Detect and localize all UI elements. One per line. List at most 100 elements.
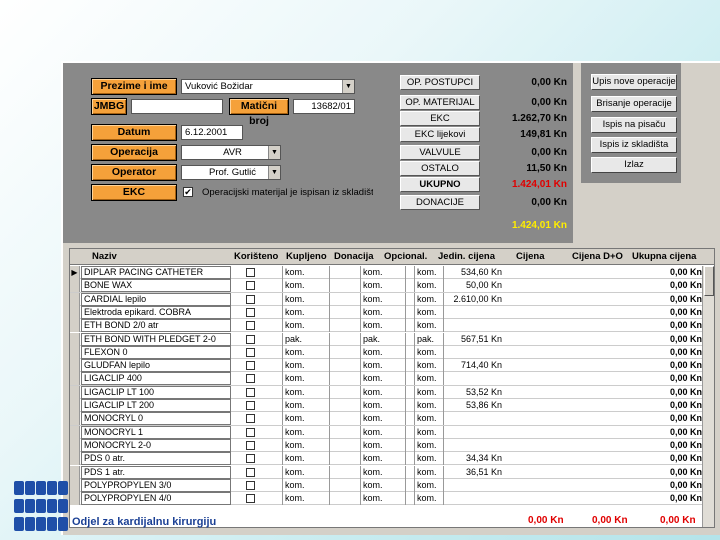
item-name-dropdown[interactable]: POLYPROPYLEN 3/0▼ xyxy=(81,478,231,492)
optional-unit[interactable]: kom. xyxy=(414,266,444,279)
donation-unit[interactable]: kom. xyxy=(360,492,406,506)
row-selector[interactable] xyxy=(70,412,80,426)
row-selector[interactable] xyxy=(70,345,80,359)
table-row[interactable]: ETH BOND 2/0 atr▼ kom. kom. kom. 0,00 Kn xyxy=(70,319,714,333)
chevron-down-icon[interactable]: ▼ xyxy=(268,166,280,179)
donation-unit[interactable]: kom. xyxy=(360,345,406,359)
table-row[interactable]: CARDIAL lepilo▼ kom. kom. kom. 2.610,00 Kn 0,… xyxy=(70,292,714,306)
optional-unit[interactable]: kom. xyxy=(414,372,444,386)
new-operation-button[interactable]: Upis nove operacije xyxy=(591,74,677,90)
vertical-scrollbar[interactable] xyxy=(702,266,714,527)
purchased-unit[interactable]: kom. xyxy=(282,492,330,506)
optional-unit[interactable]: kom. xyxy=(414,412,444,426)
purchased-unit[interactable]: kom. xyxy=(282,292,330,306)
purchased-unit[interactable]: kom. xyxy=(282,266,330,279)
purchased-unit[interactable]: kom. xyxy=(282,372,330,386)
prezime-dropdown[interactable]: Vuković Božidar ▼ xyxy=(181,79,355,94)
optional-unit[interactable]: kom. xyxy=(414,292,444,306)
purchased-unit[interactable]: kom. xyxy=(282,412,330,426)
datum-input[interactable]: 6.12.2001 xyxy=(181,125,243,140)
row-selector[interactable] xyxy=(70,385,80,399)
scrollbar-thumb[interactable] xyxy=(704,266,714,296)
purchased-unit[interactable]: pak. xyxy=(282,332,330,346)
table-row[interactable]: ETH BOND WITH PLEDGET 2-0▼ pak. pak. pak. 56… xyxy=(70,332,714,346)
optional-unit[interactable]: kom. xyxy=(414,478,444,492)
item-name-dropdown[interactable]: POLYPROPYLEN 4/0▼ xyxy=(81,492,231,506)
purchased-unit[interactable]: kom. xyxy=(282,359,330,373)
column-opcional[interactable]: Opcional. xyxy=(384,249,434,265)
purchased-unit[interactable]: kom. xyxy=(282,425,330,439)
donation-unit[interactable]: kom. xyxy=(360,452,406,466)
used-checkbox[interactable] xyxy=(246,347,255,357)
table-row[interactable]: Elektroda epikard. COBRA▼ kom. kom. kom. 0,0… xyxy=(70,305,714,320)
row-selector[interactable] xyxy=(70,438,80,452)
optional-unit[interactable]: kom. xyxy=(414,492,444,506)
cost-button-ekc-lijekovi[interactable]: EKC lijekovi xyxy=(400,127,480,142)
table-row[interactable]: MONOCRYL 1▼ kom. kom. kom. 0,00 Kn xyxy=(70,425,714,439)
chevron-down-icon[interactable]: ▼ xyxy=(268,146,280,159)
item-name-dropdown[interactable]: GLUDFAN lepilo▼ xyxy=(81,359,231,373)
used-checkbox[interactable] xyxy=(246,374,255,384)
purchased-unit[interactable]: kom. xyxy=(282,399,330,412)
material-checkbox[interactable]: ✔ xyxy=(183,187,193,197)
used-checkbox[interactable] xyxy=(246,361,255,371)
cost-button-donacije[interactable]: DONACIJE xyxy=(400,195,480,210)
used-checkbox[interactable] xyxy=(246,454,255,464)
row-selector[interactable] xyxy=(70,359,80,373)
cost-button-ekc[interactable]: EKC xyxy=(400,111,480,126)
cost-button-valvule[interactable]: VALVULE xyxy=(400,145,480,160)
used-checkbox[interactable] xyxy=(246,467,255,477)
item-name-dropdown[interactable]: LIGACLIP LT 200▼ xyxy=(81,399,231,412)
purchased-unit[interactable]: kom. xyxy=(282,478,330,492)
item-name-dropdown[interactable]: DIPLAR PACING CATHETER▼ xyxy=(81,266,231,279)
row-selector[interactable] xyxy=(70,478,80,492)
used-checkbox[interactable] xyxy=(246,480,255,490)
used-checkbox[interactable] xyxy=(246,307,255,317)
row-selector[interactable] xyxy=(70,492,80,506)
exit-button[interactable]: Izlaz xyxy=(591,157,677,173)
used-checkbox[interactable] xyxy=(246,321,255,331)
row-selector[interactable] xyxy=(70,279,80,293)
optional-unit[interactable]: kom. xyxy=(414,399,444,412)
table-row[interactable]: PDS 0 atr.▼ kom. kom. kom. 34,34 Kn 0,00 Kn xyxy=(70,452,714,466)
item-name-dropdown[interactable]: PDS 0 atr.▼ xyxy=(81,452,231,466)
cost-button-op-postupci[interactable]: OP. POSTUPCI xyxy=(400,75,480,90)
optional-unit[interactable]: kom. xyxy=(414,319,444,333)
item-name-dropdown[interactable]: MONOCRYL 0▼ xyxy=(81,412,231,426)
item-name-dropdown[interactable]: LIGACLIP LT 100▼ xyxy=(81,385,231,399)
table-row[interactable]: LIGACLIP 400▼ kom. kom. kom. 0,00 Kn xyxy=(70,372,714,386)
item-name-dropdown[interactable]: LIGACLIP 400▼ xyxy=(81,372,231,386)
row-selector[interactable] xyxy=(70,372,80,386)
optional-unit[interactable]: kom. xyxy=(414,438,444,452)
optional-unit[interactable]: pak. xyxy=(414,332,444,346)
cost-button-op-materijal[interactable]: OP. MATERIJAL xyxy=(400,95,480,110)
item-name-dropdown[interactable]: CARDIAL lepilo▼ xyxy=(81,292,231,306)
item-name-dropdown[interactable]: BONE WAX▼ xyxy=(81,279,231,293)
donation-unit[interactable]: kom. xyxy=(360,266,406,279)
item-name-dropdown[interactable]: MONOCRYL 2-0▼ xyxy=(81,438,231,452)
donation-unit[interactable]: kom. xyxy=(360,319,406,333)
donation-unit[interactable]: pak. xyxy=(360,332,406,346)
table-row[interactable]: MONOCRYL 2-0▼ kom. kom. kom. 0,00 Kn xyxy=(70,438,714,453)
table-row[interactable]: BONE WAX▼ kom. kom. kom. 50,00 Kn 0,00 Kn xyxy=(70,279,714,293)
row-selector[interactable] xyxy=(70,465,80,479)
optional-unit[interactable]: kom. xyxy=(414,345,444,359)
table-row[interactable]: LIGACLIP LT 100▼ kom. kom. kom. 53,52 Kn 0,00… xyxy=(70,385,714,399)
used-checkbox[interactable] xyxy=(246,281,255,291)
cost-button-ostalo[interactable]: OSTALO xyxy=(400,161,480,176)
item-name-dropdown[interactable]: MONOCRYL 1▼ xyxy=(81,425,231,439)
donation-unit[interactable]: kom. xyxy=(360,438,406,452)
item-name-dropdown[interactable]: FLEXON 0▼ xyxy=(81,345,231,359)
jmbg-input[interactable] xyxy=(131,99,223,114)
table-row[interactable]: FLEXON 0▼ kom. kom. kom. 0,00 Kn xyxy=(70,345,714,360)
donation-unit[interactable]: kom. xyxy=(360,478,406,492)
row-selector[interactable] xyxy=(70,319,80,333)
row-selector[interactable] xyxy=(70,332,80,346)
donation-unit[interactable]: kom. xyxy=(360,425,406,439)
operator-dropdown[interactable]: Prof. Gutlić ▼ xyxy=(181,165,281,180)
table-row[interactable]: POLYPROPYLEN 4/0▼ kom. kom. kom. 0,00 Kn xyxy=(70,492,714,506)
used-checkbox[interactable] xyxy=(246,414,255,424)
column-cijena[interactable]: Cijena xyxy=(516,249,560,265)
table-row[interactable]: ▶DIPLAR PACING CATHETER▼ kom. kom. kom. 534,… xyxy=(70,266,714,280)
used-checkbox[interactable] xyxy=(246,494,255,504)
